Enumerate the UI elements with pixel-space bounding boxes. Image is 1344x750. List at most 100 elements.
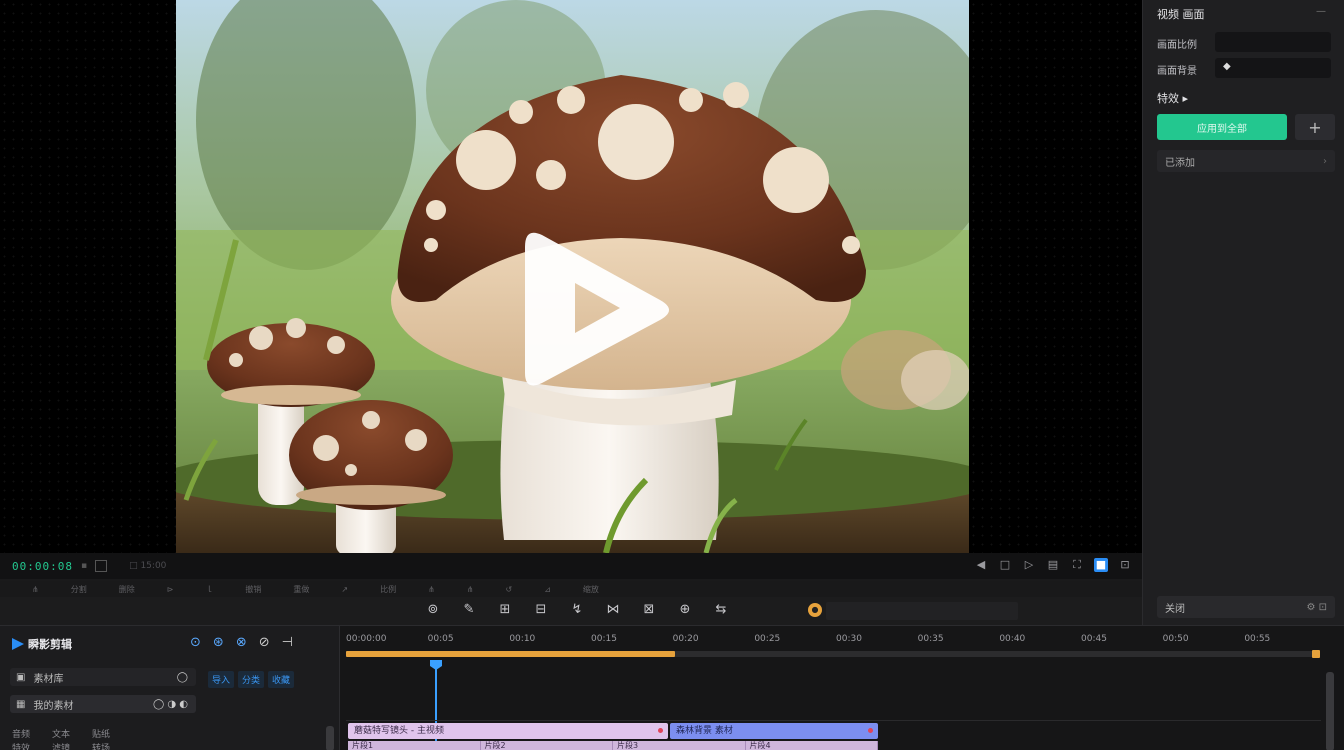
list-item[interactable]: 特效 — [12, 741, 30, 750]
tool-label[interactable]: 比例 — [380, 584, 396, 595]
player-controls: ◀ □ ▷ ▤ ⛶ ■ ⊡ — [974, 558, 1132, 572]
clip-marker-icon — [868, 728, 873, 733]
tool-label[interactable]: 删除 — [119, 584, 135, 595]
add-effect-button[interactable]: + — [1295, 114, 1335, 140]
ruler-tick-label: 00:40 — [999, 634, 1026, 644]
list-item[interactable]: 文本 — [52, 727, 70, 740]
end-marker-icon[interactable] — [1312, 650, 1320, 658]
sticker-icon[interactable]: ⊘ — [259, 635, 270, 650]
list-item[interactable]: 转场 — [92, 741, 110, 750]
separator-icon: ▪ — [80, 561, 88, 571]
expand-icon[interactable]: ⛶ — [1070, 558, 1084, 572]
swap-icon[interactable]: ⇆ — [712, 601, 730, 619]
crop-icon[interactable]: ⊞ — [496, 601, 514, 619]
panel-title: 视频 画面 — [1157, 6, 1205, 22]
speed-icon[interactable]: ↯ — [568, 601, 586, 619]
timeline-scrollbar[interactable] — [1326, 672, 1334, 750]
tool-label[interactable]: ↗ — [341, 585, 348, 594]
timeline-progress[interactable] — [346, 651, 1315, 657]
folder-icon: ▣ — [16, 671, 26, 683]
tool-label[interactable]: 分割 — [71, 584, 87, 595]
media-icon[interactable]: ⊙ — [190, 635, 201, 650]
sub-clip[interactable]: 片段4 — [746, 741, 878, 750]
my-media-label: 我的素材 — [33, 700, 74, 712]
split-icon[interactable]: ⊟ — [532, 601, 550, 619]
my-media-row[interactable]: ▦ 我的素材 ◯ ◑ ◐ — [10, 695, 196, 713]
ruler-tick-label: 00:50 — [1162, 634, 1189, 644]
list-item[interactable]: 贴纸 — [92, 727, 110, 740]
export-icon[interactable]: ⊣ — [282, 635, 293, 650]
tool-label[interactable]: ⊿ — [544, 585, 551, 594]
text-icon[interactable]: ⊗ — [236, 635, 247, 650]
tool-label[interactable]: ⋔ — [32, 585, 39, 594]
list-item[interactable]: 滤镜 — [52, 741, 70, 750]
mask-icon[interactable]: ⊠ — [640, 601, 658, 619]
time-ruler: 00:00:00 00:05 00:10 00:15 00:20 00:25 00:30 00… — [346, 634, 1326, 646]
half-icon[interactable]: ◐ — [179, 699, 188, 710]
player-bar: 00:00:08 ▪ □ 15:00 ◀ □ ▷ ▤ ⛶ ■ ⊡ — [0, 553, 1142, 579]
row-actions[interactable]: ◯ ◑ ◐ — [153, 699, 188, 710]
media-scrollbar[interactable] — [326, 726, 334, 750]
media-line: 特效 滤镜 转场 — [12, 741, 110, 750]
timecode-display: 00:00:08 — [12, 559, 73, 573]
library-row[interactable]: ▣ 素材库 ◯ — [10, 668, 196, 686]
play-icon[interactable] — [520, 225, 680, 390]
background-field[interactable]: ◆ — [1215, 58, 1331, 78]
preview-stage — [0, 0, 1142, 553]
tool-label[interactable]: ｌ — [205, 584, 213, 595]
tab-category[interactable]: 分类 — [238, 671, 265, 688]
ruler-tick-label: 00:15 — [591, 634, 617, 644]
ruler-tick-label: 00:55 — [1244, 634, 1271, 644]
effects-list-item[interactable]: 已添加 › — [1157, 150, 1335, 172]
brand-name: 瞬影剪辑 — [28, 638, 72, 651]
tab-favorites[interactable]: 收藏 — [268, 671, 295, 688]
back-icon[interactable]: ◀ — [974, 558, 988, 572]
tool-label[interactable]: ⊳ — [167, 585, 174, 594]
tool-input-field[interactable] — [826, 602, 1018, 620]
target-icon[interactable]: ⊚ — [424, 601, 442, 619]
duration-text: □ 15:00 — [129, 561, 167, 571]
video-clip[interactable]: 蘑菇特写镜头 - 主视频 — [348, 723, 668, 739]
snap-toggle-icon[interactable]: ■ — [1094, 558, 1108, 572]
panel-footer-button[interactable]: 关闭 ⚙ ⊡ — [1157, 596, 1335, 618]
settings-icon[interactable]: ⚙ ⊡ — [1306, 602, 1327, 613]
media-icons: ⊙ ⊛ ⊗ ⊘ ⊣ — [190, 635, 293, 650]
clip-label: 蘑菇特写镜头 - 主视频 — [354, 726, 444, 736]
record-icon[interactable]: ● — [808, 603, 822, 617]
sub-clip[interactable]: 片段3 — [613, 741, 746, 750]
chevron-right-icon: › — [1323, 155, 1327, 167]
tool-label[interactable]: 重做 — [293, 584, 309, 595]
tool-label[interactable]: ⋔ — [428, 585, 435, 594]
tool-label[interactable]: ↺ — [506, 585, 513, 594]
grid-icon[interactable]: ▤ — [1046, 558, 1060, 572]
refresh-icon[interactable]: ◯ — [177, 672, 188, 683]
tool-label[interactable]: 缩放 — [583, 584, 599, 595]
tool-label[interactable]: 撤销 — [245, 584, 261, 595]
audio-icon[interactable]: ⊛ — [213, 635, 224, 650]
apply-all-button[interactable]: 应用到全部 — [1157, 114, 1287, 140]
tab-import[interactable]: 导入 — [208, 671, 235, 688]
fullscreen-icon[interactable] — [95, 560, 108, 572]
contrast-icon[interactable]: ◑ — [167, 699, 176, 710]
ratio-field[interactable] — [1215, 32, 1331, 52]
ruler-tick-label: 00:30 — [836, 634, 862, 644]
sub-clip[interactable]: 片段1 — [348, 741, 481, 750]
circle-icon[interactable]: ◯ — [153, 699, 164, 710]
track-divider — [346, 720, 1321, 721]
tool-group: ⊚ ✎ ⊞ ⊟ ↯ ⋈ ⊠ ⊕ ⇆ — [424, 601, 730, 619]
zoom-icon[interactable]: ⊕ — [676, 601, 694, 619]
list-item[interactable]: 音频 — [12, 727, 30, 740]
video-clip[interactable]: 森林背景 素材 — [670, 723, 878, 739]
pen-icon[interactable]: ✎ — [460, 601, 478, 619]
collapse-icon[interactable]: — — [1316, 6, 1326, 17]
ruler-tick-label: 00:25 — [754, 634, 781, 644]
play-small-icon[interactable]: ▷ — [1022, 558, 1036, 572]
panel-footer-label: 关闭 — [1165, 603, 1185, 615]
tool-label[interactable]: ⋔ — [467, 585, 474, 594]
aspect-icon[interactable]: □ — [998, 558, 1012, 572]
ruler-tick-label: 00:10 — [509, 634, 536, 644]
stage-backdrop-right — [969, 0, 1142, 553]
sub-clip[interactable]: 片段2 — [481, 741, 613, 750]
merge-icon[interactable]: ⋈ — [604, 601, 622, 619]
export-icon[interactable]: ⊡ — [1118, 558, 1132, 572]
